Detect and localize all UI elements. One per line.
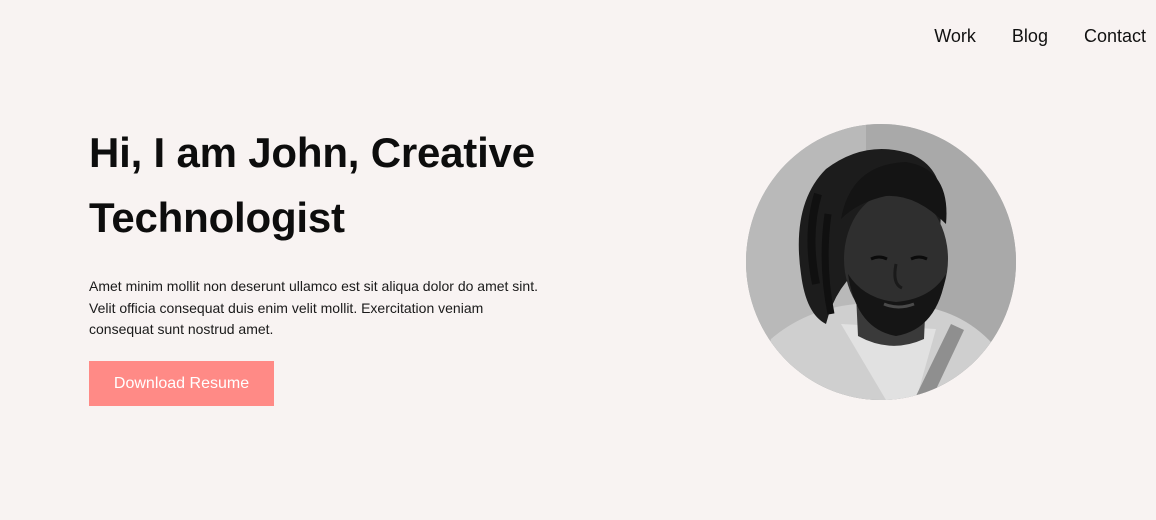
nav-item-contact[interactable]: Contact (1084, 24, 1146, 48)
hero-section: Hi, I am John, Creative Technologist Ame… (89, 120, 559, 406)
page: Work Blog Contact Hi, I am John, Creativ… (0, 0, 1156, 520)
top-nav: Work Blog Contact (934, 24, 1146, 48)
hero-description: Amet minim mollit non deserunt ullamco e… (89, 278, 538, 337)
hero-title: Hi, I am John, Creative Technologist (89, 129, 535, 241)
avatar-portrait (746, 124, 1016, 400)
avatar (746, 124, 1016, 400)
download-resume-button[interactable]: Download Resume (89, 360, 274, 406)
nav-item-blog[interactable]: Blog (1012, 24, 1048, 48)
nav-item-work[interactable]: Work (934, 24, 976, 48)
